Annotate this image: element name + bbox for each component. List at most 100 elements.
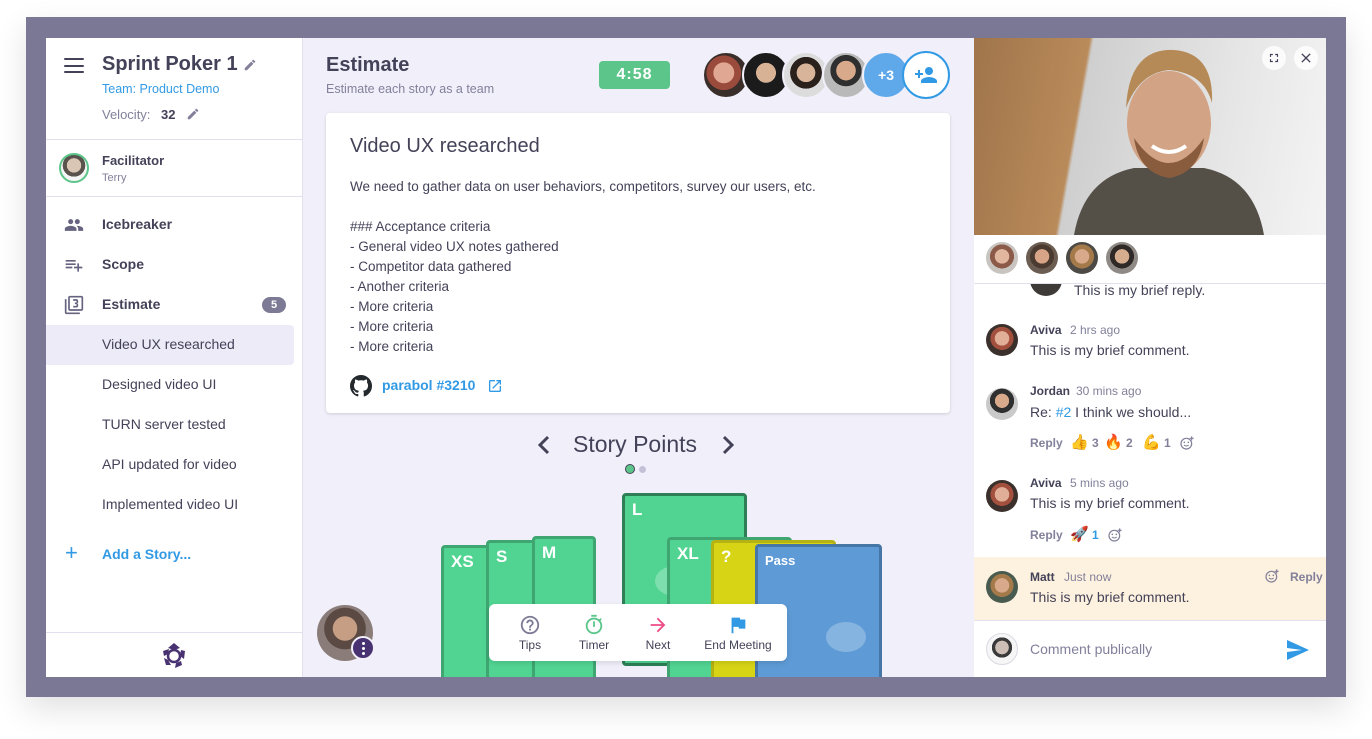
app: Sprint Poker 1 Team: Product Demo Veloci… (46, 38, 1326, 677)
timer-button[interactable]: Timer (569, 604, 619, 661)
reply-button[interactable]: Reply (1030, 436, 1063, 450)
story-item[interactable]: Designed video UI (46, 365, 294, 405)
parabol-logo-icon[interactable] (160, 642, 188, 670)
facilitator[interactable]: Facilitator Terry (46, 140, 302, 197)
comment-prefix: Re: (1030, 404, 1052, 420)
reaction-count: 3 (1092, 436, 1099, 450)
comment-avatar (986, 388, 1018, 420)
comment-text: Re: #2 I think we should... (1030, 404, 1191, 420)
open-external-icon[interactable] (487, 378, 503, 394)
add-story-button[interactable]: + Add a Story... (46, 534, 302, 574)
comment-highlighted: Matt Just now This is my brief comment. … (974, 557, 1326, 620)
chevron-right-icon[interactable] (717, 433, 737, 457)
reaction-fire[interactable]: 🔥 2 (1104, 433, 1133, 451)
participant-avatar[interactable] (1106, 242, 1138, 274)
nav-item-estimate[interactable]: Estimate 5 (46, 285, 302, 325)
card-label: L (632, 500, 643, 519)
story-label: TURN server tested (102, 416, 226, 432)
end-meeting-button[interactable]: End Meeting (693, 604, 783, 661)
comment-text: This is my brief comment. (1030, 589, 1190, 605)
comment-time: Just now (1064, 570, 1112, 584)
story-item[interactable]: API updated for video (46, 445, 294, 485)
story-label: Video UX researched (102, 336, 235, 352)
filter-3-icon (64, 295, 84, 315)
muscle-icon: 💪 (1142, 434, 1161, 451)
comment-avatar (986, 571, 1018, 603)
story-item[interactable]: Implemented video UI (46, 485, 294, 525)
card-label: XS (451, 552, 474, 571)
nav-label: Scope (102, 256, 145, 272)
add-reaction-icon[interactable] (1264, 568, 1280, 584)
arrow-right-icon (650, 617, 666, 633)
comment-reference-link[interactable]: #2 (1056, 404, 1072, 420)
pager-dot[interactable] (639, 466, 646, 473)
add-reaction-icon[interactable] (1179, 435, 1195, 451)
timer-badge[interactable]: 4:58 (599, 61, 670, 89)
tips-button[interactable]: Tips (505, 604, 555, 661)
estimate-count-badge: 5 (262, 297, 286, 313)
reply-button[interactable]: Reply (1030, 528, 1063, 542)
team-link[interactable]: Team: Product Demo (102, 82, 219, 96)
nav-item-scope[interactable]: Scope (46, 245, 302, 285)
participant-avatar[interactable] (1066, 242, 1098, 274)
edit-title-icon[interactable] (243, 58, 257, 72)
next-button[interactable]: Next (633, 604, 683, 661)
comment-body: I think we should... (1075, 404, 1192, 420)
discussion-panel: This is my brief reply. Aviva 2 hrs ago … (974, 38, 1326, 677)
composer-avatar (986, 633, 1018, 665)
comment: Aviva 5 mins ago This is my brief commen… (974, 470, 1326, 550)
comment-time: 2 hrs ago (1070, 323, 1121, 337)
help-icon (520, 615, 540, 635)
facilitator-name: Terry (102, 172, 127, 184)
fullscreen-icon (1269, 53, 1279, 63)
reaction-muscle[interactable]: 💪 1 (1142, 433, 1171, 451)
story-item[interactable]: Video UX researched (46, 325, 294, 365)
issue-link-label: parabol #3210 (382, 377, 476, 393)
end-meeting-label: End Meeting (704, 638, 772, 652)
sidebar-footer (46, 632, 302, 677)
reaction-count: 1 (1092, 528, 1099, 542)
send-icon[interactable] (1286, 640, 1310, 660)
more-vert-icon[interactable] (351, 636, 375, 660)
next-label: Next (645, 638, 671, 652)
pager-dot-active[interactable] (625, 464, 635, 474)
nav-item-icebreaker[interactable]: Icebreaker (46, 205, 302, 245)
video-participant (1074, 49, 1264, 235)
video-feed (974, 38, 1326, 235)
comment-author: Jordan (1030, 384, 1071, 398)
card-label: M (542, 543, 557, 562)
card-label: XL (677, 544, 699, 563)
story-label: Designed video UI (102, 376, 217, 392)
comment-text: This is my brief reply. (1074, 284, 1206, 298)
github-icon (350, 375, 372, 397)
chevron-left-icon[interactable] (535, 433, 555, 457)
facilitator-avatar (59, 153, 89, 183)
dimension-label: Story Points (573, 431, 697, 457)
person-add-icon (915, 67, 937, 83)
edit-velocity-icon[interactable] (186, 107, 200, 121)
close-icon (1301, 53, 1311, 63)
fire-icon: 🔥 (1104, 434, 1123, 451)
main-area: Estimate Estimate each story as a team 4… (303, 38, 973, 677)
participant-avatar[interactable] (1026, 242, 1058, 274)
comment-text: This is my brief comment. (1030, 495, 1190, 511)
menu-icon[interactable] (64, 58, 84, 74)
velocity-value: 32 (161, 107, 176, 122)
comment-text: This is my brief comment. (1030, 342, 1190, 358)
reaction-rocket[interactable]: 🚀 1 (1070, 525, 1099, 543)
reaction-count: 2 (1126, 436, 1133, 450)
comment-input[interactable] (1030, 637, 1270, 661)
fullscreen-button[interactable] (1262, 46, 1286, 70)
story-item[interactable]: TURN server tested (46, 405, 294, 445)
add-reaction-icon[interactable] (1107, 527, 1123, 543)
reaction-thumbs-up[interactable]: 👍 3 (1070, 433, 1099, 451)
phase-description: Estimate each story as a team (326, 82, 495, 96)
reply-button[interactable]: Reply (1290, 570, 1323, 584)
timer-label: Timer (578, 638, 610, 652)
sidebar-header: Sprint Poker 1 Team: Product Demo Veloci… (46, 38, 302, 140)
participant-avatar[interactable] (986, 242, 1018, 274)
invite-button[interactable] (902, 51, 950, 99)
close-video-button[interactable] (1294, 46, 1318, 70)
comment-thread: This is my brief reply. Aviva 2 hrs ago … (974, 284, 1326, 620)
comment-time: 30 mins ago (1076, 384, 1142, 398)
